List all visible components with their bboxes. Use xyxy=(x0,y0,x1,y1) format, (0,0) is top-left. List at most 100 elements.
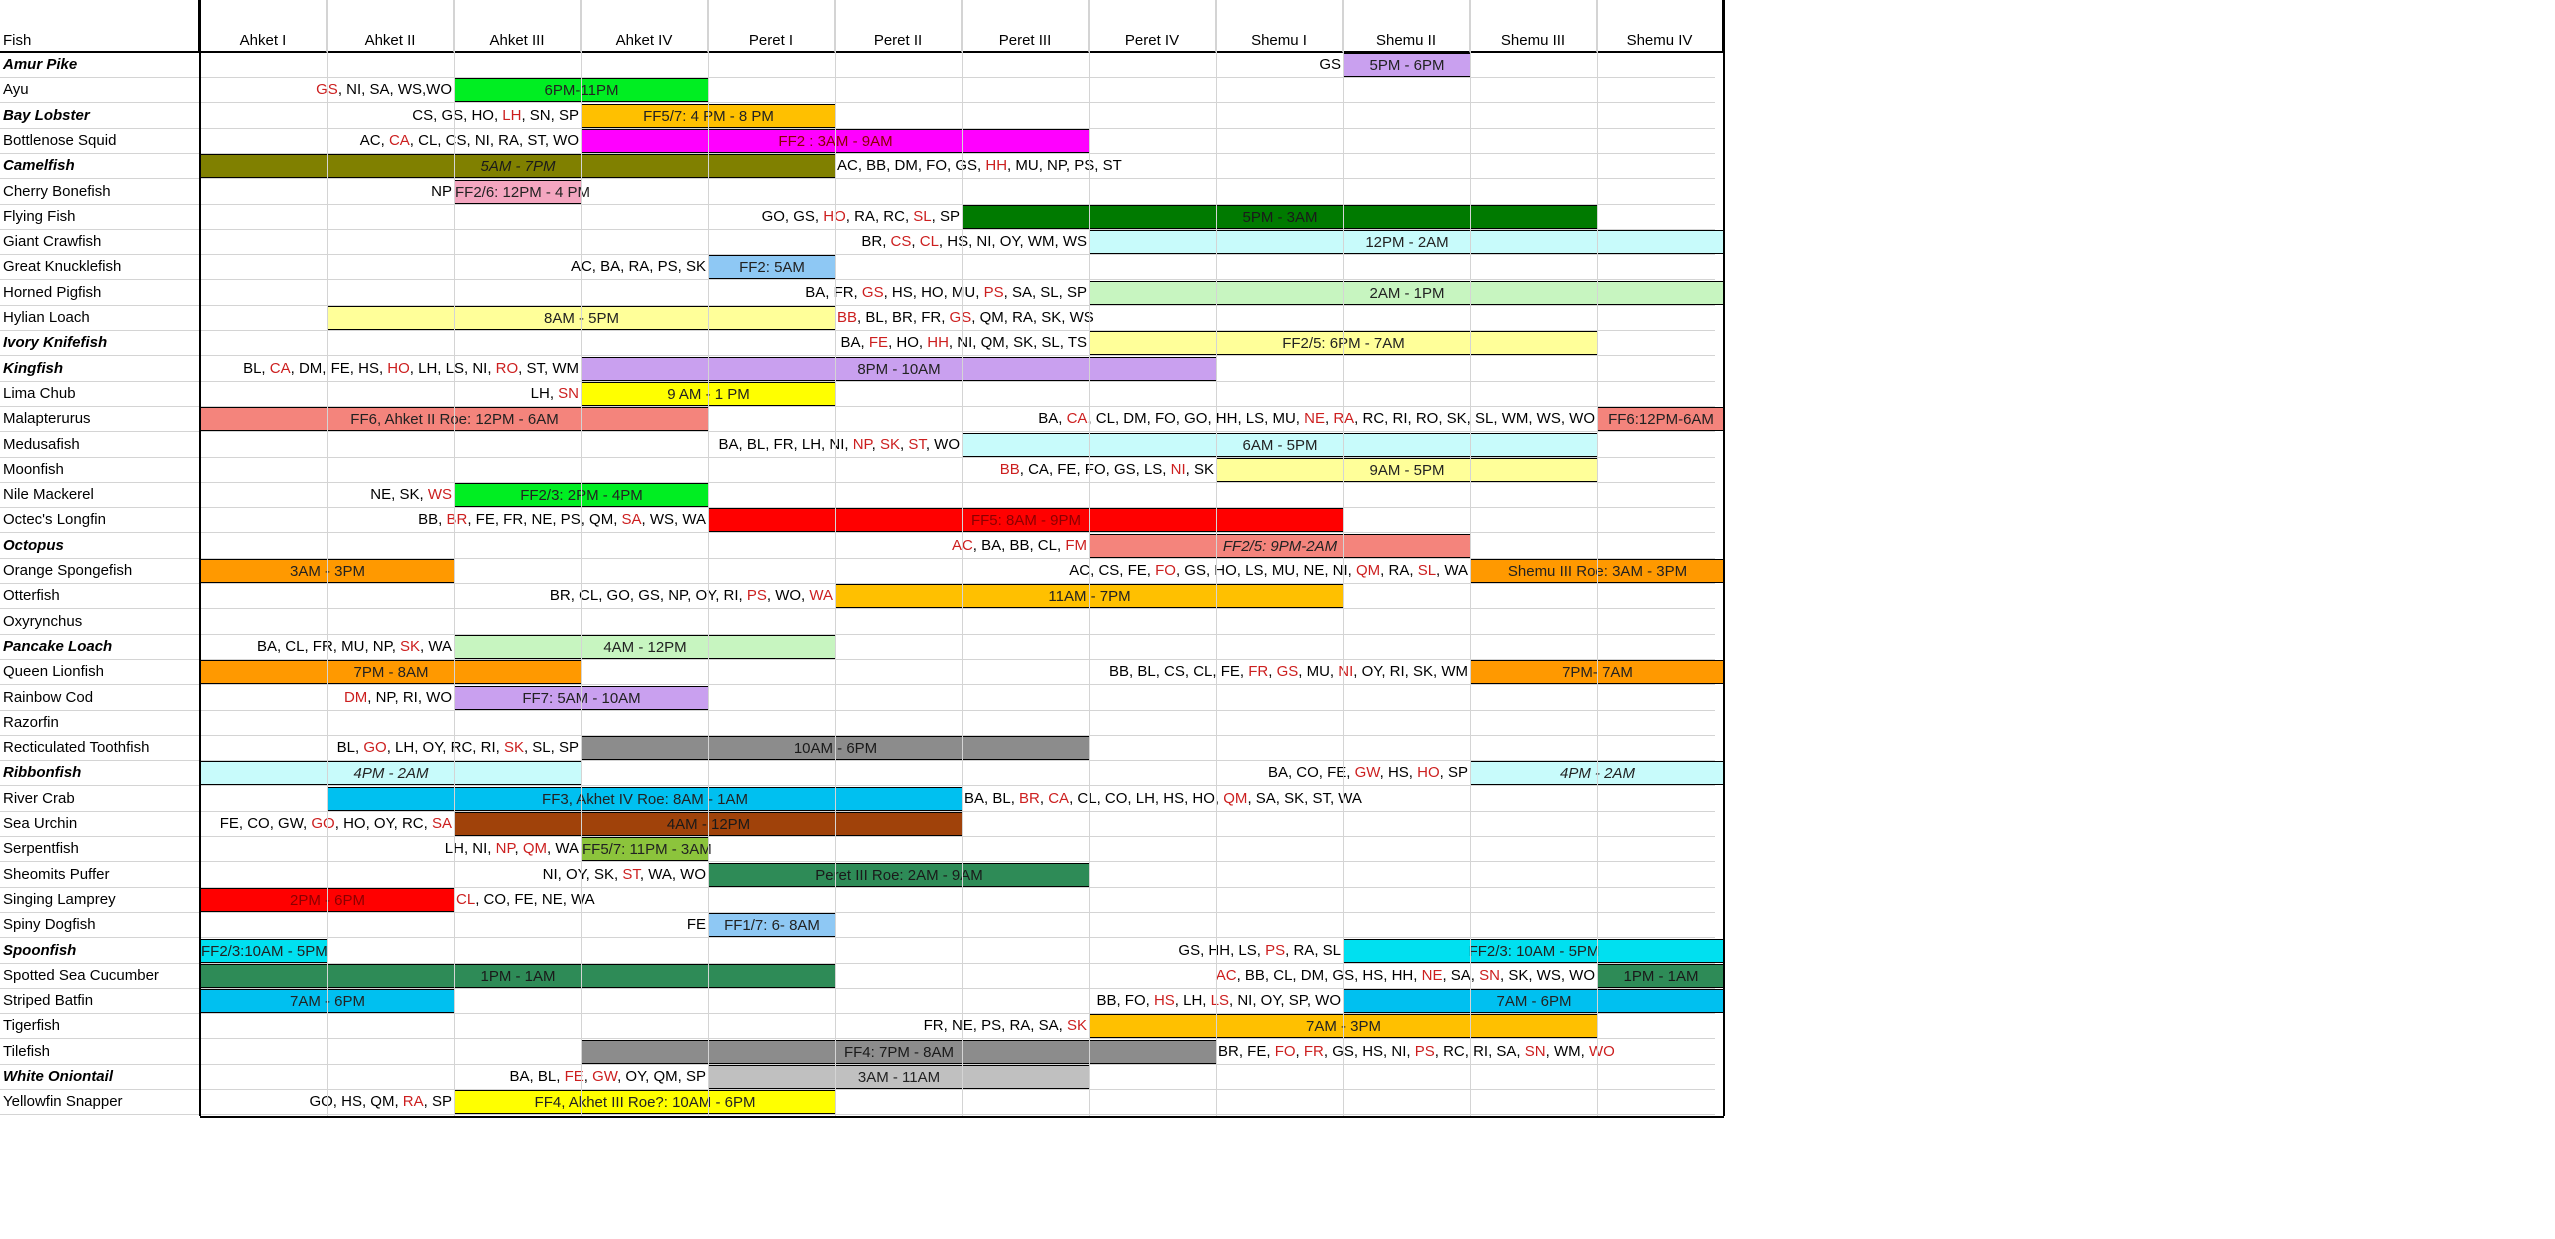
fish-name-cell[interactable]: Sea Urchin xyxy=(3,812,77,836)
location-codes[interactable]: GS, NI, SA, WS,WO xyxy=(316,78,452,102)
fish-name-cell[interactable]: Yellowfin Snapper xyxy=(3,1090,123,1114)
time-bar[interactable]: FF6:12PM-6AM xyxy=(1597,407,1725,432)
header-shemu-iv[interactable]: Shemu IV xyxy=(1597,0,1724,53)
table-row[interactable]: Ivory Knifefish FF2/5: 6PM - 7AM BA, FE, H… xyxy=(0,331,1715,357)
location-codes[interactable]: BL, GO, LH, OY, RC, RI, SK, SL, SP xyxy=(337,736,579,760)
location-codes[interactable]: LH, SN xyxy=(531,382,579,406)
location-codes[interactable]: BB, BL, BR, FR, GS, QM, RA, SK, WS xyxy=(837,306,1094,330)
location-codes[interactable]: FE xyxy=(687,913,706,937)
table-row[interactable]: Bottlenose Squid FF2 : 3AM - 9AM AC, CA, C… xyxy=(0,128,1715,154)
fish-name-cell[interactable]: Octec's Longfin xyxy=(3,508,106,532)
location-codes[interactable]: CS, GS, HO, LH, SN, SP xyxy=(412,104,579,128)
location-codes[interactable]: BA, CA, CL, DM, FO, GO, HH, LS, MU, NE , … xyxy=(1038,407,1595,431)
table-row[interactable]: Moonfish 9AM - 5PM BB, CA, FE, FO, GS, LS,… xyxy=(0,457,1715,483)
fish-name-cell[interactable]: Recticulated Toothfish xyxy=(3,736,149,760)
fish-name-cell[interactable]: Ribbonfish xyxy=(3,761,81,785)
time-bar[interactable]: Peret III Roe: 2AM - 9AM xyxy=(708,862,1090,887)
fish-name-cell[interactable]: Spiny Dogfish xyxy=(3,913,96,937)
time-bar[interactable]: 7PM - 8AM xyxy=(200,660,582,685)
time-bar[interactable]: FF3, Akhet IV Roe: 8AM - 1AM xyxy=(327,786,963,811)
time-bar[interactable]: FF2/6: 12PM - 4 PM xyxy=(454,179,590,204)
fish-name-cell[interactable]: Spotted Sea Cucumber xyxy=(3,964,159,988)
table-row[interactable]: Great Knuckleﬁsh FF2: 5AM AC, BA, RA, PS, … xyxy=(0,255,1715,281)
time-bar[interactable]: 1PM - 1AM xyxy=(1597,963,1725,988)
table-row[interactable]: White Oniontail 3AM - 11AM BA, BL, FE, GW,… xyxy=(0,1065,1715,1090)
fish-name-cell[interactable]: Bottlenose Squid xyxy=(3,129,116,153)
fish-name-cell[interactable]: Tigerfish xyxy=(3,1014,60,1038)
table-row[interactable]: Otterfish 11AM - 7PM BR, CL, GO, GS, NP, O… xyxy=(0,584,1715,610)
fish-name-cell[interactable]: Orange Spongefish xyxy=(3,559,132,583)
fish-name-cell[interactable]: Cherry Bonefish xyxy=(3,180,111,204)
time-bar[interactable]: 3AM - 11AM xyxy=(708,1065,1090,1089)
location-codes[interactable]: GS xyxy=(1319,53,1341,77)
table-row[interactable]: Kingfish 8PM - 10AM BL, CA, DM, FE, HS, HO… xyxy=(0,356,1715,382)
location-codes[interactable]: BB, FO, HS, LH, LS, NI, OY, SP, WO xyxy=(1096,989,1341,1013)
fish-name-cell[interactable]: Pancake Loach xyxy=(3,635,112,659)
location-codes[interactable]: AC, CS, FE, FO, GS, HO, LS, MU, NE, NI, … xyxy=(1069,559,1468,583)
header-ahket-iv[interactable]: Ahket IV xyxy=(581,0,708,53)
time-bar[interactable]: 7AM - 6PM xyxy=(1343,989,1725,1014)
location-codes[interactable]: AC, CA, CL, CS, NI, RA, ST, WO xyxy=(360,129,579,153)
fish-name-cell[interactable]: Ayu xyxy=(3,78,29,102)
table-row[interactable]: Octopus FF2/5: 9PM-2AMAC, BA, BB, CL, FM xyxy=(0,533,1715,559)
location-codes[interactable]: BA, BL, FE, GW, OY, QM, SP xyxy=(510,1065,706,1089)
time-bar[interactable]: 8PM - 10AM xyxy=(581,356,1217,381)
location-codes[interactable]: AC, BA, RA, PS, SK xyxy=(571,255,706,279)
fish-name-cell[interactable]: Singing Lamprey xyxy=(3,888,116,912)
table-row[interactable]: Striped Batfin7AM - 6PM7AM - 6PMBB, FO, … xyxy=(0,989,1725,1015)
location-codes[interactable]: NP xyxy=(431,180,452,204)
time-bar[interactable]: FF5/7: 11PM - 3AM xyxy=(581,837,712,862)
time-bar[interactable]: 5PM - 6PM xyxy=(1343,53,1471,77)
location-codes[interactable]: BA, BL, BR, CA, CL, CO, LH, HS, HO, QM, … xyxy=(964,787,1362,811)
table-row[interactable]: Spiny Dogfish FF1/7: 6- 8AM FE xyxy=(0,913,1715,939)
location-codes[interactable]: BA, CL, FR, MU, NP, SK, WA xyxy=(257,635,452,659)
table-row[interactable]: Malapterurus FF6, Ahket II Roe: 12PM - 6A… xyxy=(0,407,1725,433)
table-row[interactable]: Orange Spongefish3AM - 3PMShemu III Roe:… xyxy=(0,559,1725,584)
location-codes[interactable]: AC, BB, DM, FO, GS, HH, MU, NP, PS, ST xyxy=(837,154,1122,178)
location-codes[interactable]: GO, HS, QM, RA, SP xyxy=(309,1090,452,1114)
table-row[interactable]: Yellowfin Snapper FF4, Akhet III Roe?: 10… xyxy=(0,1090,1715,1116)
fish-name-cell[interactable]: Oxyrynchus xyxy=(3,610,82,634)
time-bar[interactable]: 5PM - 3AM xyxy=(962,204,1598,229)
fish-name-cell[interactable]: Great Knuckleﬁsh xyxy=(3,255,121,279)
time-bar[interactable]: 6AM - 5PM xyxy=(962,432,1598,457)
location-codes[interactable]: AC, BA, BB, CL, FM xyxy=(952,534,1087,558)
fish-name-cell[interactable]: Hylian Loach xyxy=(3,306,90,330)
table-row[interactable]: Queen Lionfish 7PM - 8AM 7PM- 7AM BB, BL, C… xyxy=(0,660,1725,686)
table-row[interactable]: Spoonfish FF2/3:10AM - 5PM FF2/3: 10AM - 5… xyxy=(0,938,1725,964)
location-codes[interactable]: BA, FE, HO, HH, NI, QM, SK, SL, TS xyxy=(841,331,1087,355)
header-ahket-ii[interactable]: Ahket II xyxy=(327,0,454,53)
fish-name-cell[interactable]: Giant Crawfish xyxy=(3,230,101,254)
table-row[interactable]: Sea Urchin 4AM - 12PM FE, CO, GW, GO, HO, … xyxy=(0,812,1715,837)
fish-name-cell[interactable]: White Oniontail xyxy=(3,1065,113,1089)
table-row[interactable]: Nile Mackerel FF2/3: 2PM - 4PM NE, SK, WS xyxy=(0,483,1715,509)
fish-name-cell[interactable]: Rainbow Cod xyxy=(3,686,93,710)
time-bar[interactable]: 4PM - 2AM xyxy=(200,761,582,786)
time-bar[interactable]: 4AM - 12PM xyxy=(454,634,836,659)
time-bar[interactable]: FF2/3: 10AM - 5PM xyxy=(1343,938,1725,963)
fish-name-cell[interactable]: Horned Pigfish xyxy=(3,281,101,305)
location-codes[interactable]: BR, CS, CL, HS, NI, OY, WM, WS xyxy=(861,230,1087,254)
location-codes[interactable]: BA, BL, FR, LH, NI, NP, SK, ST, WO xyxy=(719,433,961,457)
table-row[interactable]: Spotted Sea Cucumber 1PM - 1AM 1PM - 1AM AC… xyxy=(0,963,1725,989)
fish-name-cell[interactable]: Medusafish xyxy=(3,433,80,457)
table-row[interactable]: Lima Chub9 AM - 1 PMLH, SN xyxy=(0,381,1715,407)
fish-name-cell[interactable]: Bay Lobster xyxy=(3,104,90,128)
time-bar[interactable]: FF4: 7PM - 8AM xyxy=(581,1039,1217,1064)
table-row[interactable]: Medusafish 6AM - 5PM BA, BL, FR, LH, NI, N… xyxy=(0,432,1715,458)
location-codes[interactable]: BB, BR, FE, FR, NE, PS, QM, SA, WS, WA xyxy=(418,508,706,532)
header-ahket-iii[interactable]: Ahket III xyxy=(454,0,581,53)
table-row[interactable]: Pancake Loach 4AM - 12PM BA, CL, FR, MU, N… xyxy=(0,634,1715,660)
time-bar[interactable]: 12PM - 2AM xyxy=(1089,230,1725,255)
location-codes[interactable]: FR, NE, PS, RA, SA, SK xyxy=(924,1014,1087,1038)
table-row[interactable]: Ribbonfish4PM - 2AM4PM - 2AMBA, CO, FE, … xyxy=(0,761,1725,787)
location-codes[interactable]: BR, FE, FO, FR, GS, HS, NI, PS, RC, RI, … xyxy=(1218,1040,1615,1064)
table-row[interactable]: Horned Pigfish 2AM - 1PM BA, FR, GS, HS, H… xyxy=(0,280,1725,306)
time-bar[interactable]: FF4, Akhet III Roe?: 10AM - 6PM xyxy=(454,1090,836,1115)
location-codes[interactable]: BR, CL, GO, GS, NP, OY, RI, PS, WO, WA xyxy=(550,584,833,608)
fish-name-cell[interactable]: Amur Pike xyxy=(3,53,77,77)
table-row[interactable]: Giant Crawfish 12PM - 2AM BR, CS, CL, HS, … xyxy=(0,230,1725,256)
fish-name-cell[interactable]: Flying Fish xyxy=(3,205,76,229)
time-bar[interactable]: 2AM - 1PM xyxy=(1089,280,1725,305)
header-shemu-ii[interactable]: Shemu II xyxy=(1343,0,1470,53)
